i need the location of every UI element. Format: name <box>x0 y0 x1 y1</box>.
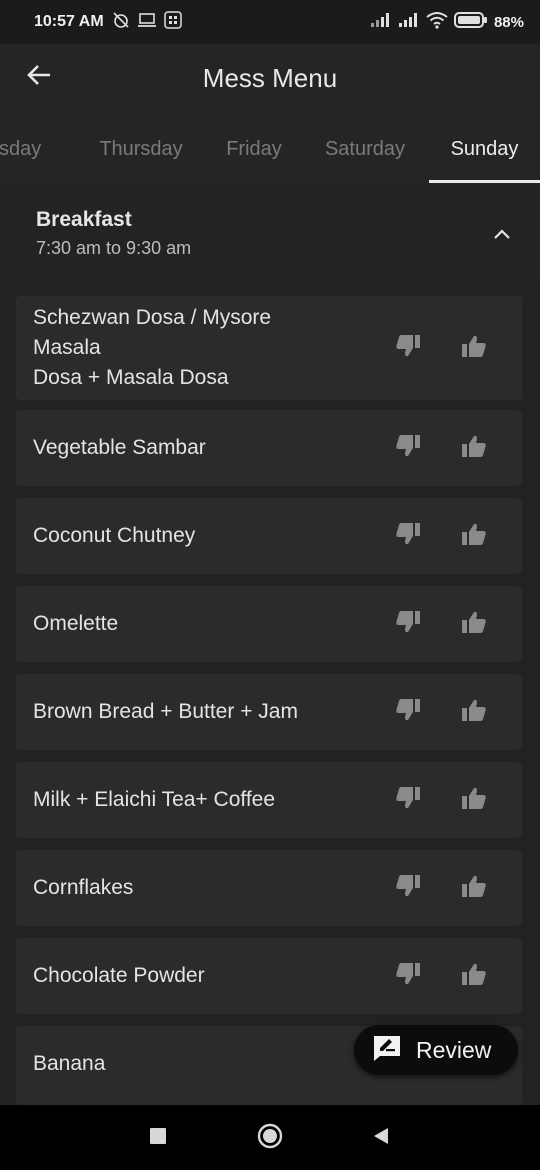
thumbs-up-icon <box>461 334 487 362</box>
thumbs-down-icon <box>395 434 421 462</box>
list-item: Schezwan Dosa / Mysore Masala Dosa + Mas… <box>16 296 522 400</box>
collapse-button[interactable] <box>486 218 518 250</box>
list-item: Brown Bread + Butter + Jam <box>16 674 522 750</box>
tab-saturday[interactable]: Saturday <box>312 112 418 186</box>
circle-icon <box>257 1123 283 1153</box>
section-time: 7:30 am to 9:30 am <box>36 238 192 258</box>
item-name: Banana <box>33 1052 106 1075</box>
thumbs-up-icon <box>461 962 487 990</box>
list-item: Vegetable Sambar <box>16 410 522 486</box>
list-item: Omelette <box>16 586 522 662</box>
thumbs-up-button[interactable] <box>460 522 488 550</box>
thumbs-up-icon <box>461 522 487 550</box>
triangle-back-icon <box>372 1127 390 1149</box>
tab-thursday[interactable]: Thursday <box>86 112 196 186</box>
thumbs-up-icon <box>461 698 487 726</box>
thumbs-down-button[interactable] <box>394 786 422 814</box>
app-bar: Mess Menu <box>0 44 540 112</box>
thumbs-up-icon <box>461 610 487 638</box>
thumbs-down-button[interactable] <box>394 698 422 726</box>
thumbs-up-icon <box>461 874 487 902</box>
status-time: 10:57 AM <box>34 13 104 30</box>
signal-icon <box>370 12 392 33</box>
thumbs-down-button[interactable] <box>394 610 422 638</box>
system-nav-bar <box>0 1105 540 1170</box>
thumbs-up-button[interactable] <box>460 334 488 362</box>
status-bar: 10:57 AM 88% <box>0 0 540 44</box>
thumbs-up-button[interactable] <box>460 786 488 814</box>
list-item: Coconut Chutney <box>16 498 522 574</box>
alarm-off-icon <box>112 11 130 34</box>
item-name: Schezwan Dosa / Mysore Masala Dosa + Mas… <box>33 306 272 389</box>
back-nav-button[interactable] <box>368 1125 394 1151</box>
review-button[interactable]: Review <box>354 1025 518 1075</box>
review-label: Review <box>416 1036 492 1063</box>
tab-friday[interactable]: Friday <box>204 112 304 186</box>
item-name: Brown Bread + Butter + Jam <box>33 700 298 723</box>
item-name: Vegetable Sambar <box>33 436 206 459</box>
rate-review-icon <box>372 1034 402 1066</box>
battery-percent: 88% <box>493 13 524 31</box>
list-item: Chocolate Powder <box>16 938 522 1014</box>
grid-notification-icon <box>163 10 182 34</box>
square-icon <box>150 1128 166 1148</box>
page-title: Mess Menu <box>202 62 338 93</box>
thumbs-up-button[interactable] <box>460 962 488 990</box>
recents-button[interactable] <box>145 1125 171 1151</box>
item-name: Cornflakes <box>33 876 134 899</box>
tab-wednesday[interactable]: nesday <box>0 112 64 186</box>
thumbs-down-button[interactable] <box>394 334 422 362</box>
tab-sunday[interactable]: Sunday <box>429 112 540 186</box>
tab-indicator <box>429 180 540 183</box>
arrow-left-icon <box>26 64 52 90</box>
home-button[interactable] <box>257 1123 283 1153</box>
item-name: Coconut Chutney <box>33 524 196 547</box>
wifi-icon <box>426 11 448 34</box>
list-item: Milk + Elaichi Tea+ Coffee <box>16 762 522 838</box>
chevron-up-icon <box>493 225 511 244</box>
thumbs-down-icon <box>395 698 421 726</box>
thumbs-up-icon <box>461 434 487 462</box>
list-item: Cornflakes <box>16 850 522 926</box>
thumbs-down-button[interactable] <box>394 874 422 902</box>
thumbs-up-button[interactable] <box>460 610 488 638</box>
thumbs-down-icon <box>395 874 421 902</box>
laptop-icon <box>137 12 156 33</box>
item-name: Chocolate Powder <box>33 964 205 987</box>
thumbs-up-icon <box>461 786 487 814</box>
signal-icon-2 <box>398 12 420 33</box>
thumbs-down-icon <box>395 962 421 990</box>
battery-icon <box>453 11 488 34</box>
thumbs-down-icon <box>395 610 421 638</box>
back-button[interactable] <box>22 60 56 94</box>
item-name: Omelette <box>33 612 119 635</box>
thumbs-down-button[interactable] <box>394 522 422 550</box>
thumbs-down-icon <box>395 334 421 362</box>
thumbs-down-icon <box>395 522 421 550</box>
thumbs-down-icon <box>395 786 421 814</box>
section-header[interactable]: Breakfast 7:30 am to 9:30 am <box>0 186 540 278</box>
thumbs-down-button[interactable] <box>394 962 422 990</box>
thumbs-up-button[interactable] <box>460 698 488 726</box>
item-name: Milk + Elaichi Tea+ Coffee <box>33 788 276 811</box>
day-tabs: nesday Thursday Friday Saturday Sunday <box>0 112 540 186</box>
thumbs-up-button[interactable] <box>460 874 488 902</box>
thumbs-up-button[interactable] <box>460 434 488 462</box>
thumbs-down-button[interactable] <box>394 434 422 462</box>
section-title: Breakfast <box>36 208 132 231</box>
